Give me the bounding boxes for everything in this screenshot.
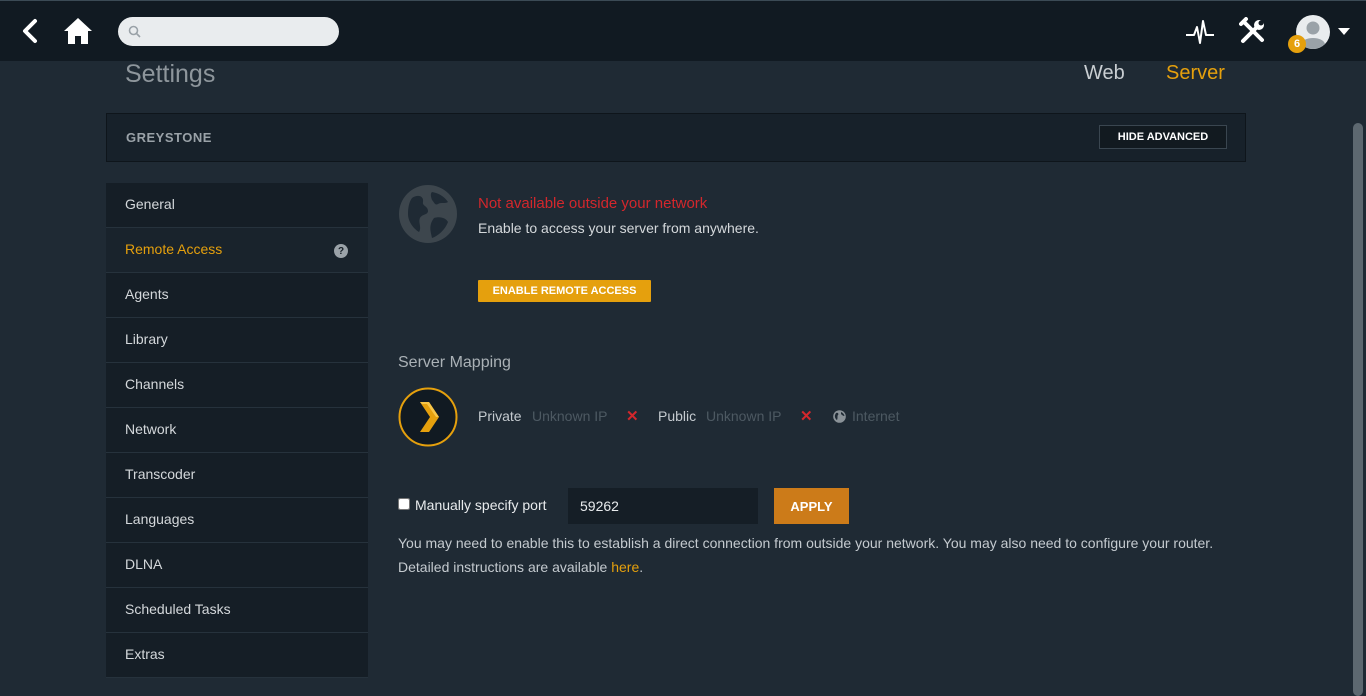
manual-port-checkbox[interactable] bbox=[398, 498, 410, 510]
help-icon[interactable]: ? bbox=[334, 244, 348, 258]
sidebar-item-network[interactable]: Network bbox=[106, 408, 368, 453]
sidebar-item-languages[interactable]: Languages bbox=[106, 498, 368, 543]
notification-badge: 6 bbox=[1288, 35, 1306, 53]
server-bar: GREYSTONE HIDE ADVANCED bbox=[106, 113, 1246, 162]
sidebar-item-label: Extras bbox=[125, 646, 165, 662]
sidebar-item-transcoder[interactable]: Transcoder bbox=[106, 453, 368, 498]
search-box[interactable] bbox=[118, 17, 339, 46]
port-input[interactable] bbox=[568, 488, 758, 524]
sidebar-item-label: Library bbox=[125, 331, 168, 347]
sidebar-item-label: Channels bbox=[125, 376, 185, 392]
caret-down-icon bbox=[1338, 28, 1350, 35]
home-icon[interactable] bbox=[62, 15, 94, 47]
help-text-body: You may need to enable this to establish… bbox=[398, 535, 1214, 575]
help-text-suffix: . bbox=[639, 559, 644, 575]
sidebar-item-remote-access[interactable]: Remote Access? bbox=[106, 228, 368, 273]
tools-icon[interactable] bbox=[1239, 17, 1267, 45]
sidebar-item-label: Remote Access bbox=[125, 241, 223, 257]
page-title: Settings bbox=[125, 60, 216, 88]
sidebar-item-channels[interactable]: Channels bbox=[106, 363, 368, 408]
sidebar-item-dlna[interactable]: DLNA bbox=[106, 543, 368, 588]
remote-status-subtitle: Enable to access your server from anywhe… bbox=[478, 220, 759, 236]
public-error-x-icon: ✕ bbox=[800, 408, 813, 425]
enable-remote-access-button[interactable]: ENABLE REMOTE ACCESS bbox=[478, 280, 651, 302]
scrollbar[interactable] bbox=[1350, 61, 1366, 696]
internet-globe-icon bbox=[833, 410, 846, 423]
remote-status-title: Not available outside your network bbox=[478, 195, 708, 212]
sidebar-item-label: Scheduled Tasks bbox=[125, 601, 231, 617]
sidebar-item-label: Network bbox=[125, 421, 177, 437]
manual-port-label: Manually specify port bbox=[415, 497, 547, 513]
internet-label: Internet bbox=[852, 408, 900, 424]
sidebar-item-extras[interactable]: Extras bbox=[106, 633, 368, 678]
sidebar-item-agents[interactable]: Agents bbox=[106, 273, 368, 318]
port-help-text: You may need to enable this to establish… bbox=[398, 531, 1238, 579]
globe-icon bbox=[399, 185, 457, 243]
sidebar-item-scheduled-tasks[interactable]: Scheduled Tasks bbox=[106, 588, 368, 633]
sidebar-item-label: Agents bbox=[125, 286, 169, 302]
scrollbar-thumb[interactable] bbox=[1353, 123, 1363, 696]
apply-button[interactable]: APPLY bbox=[774, 488, 849, 524]
private-error-x-icon: ✕ bbox=[626, 408, 639, 425]
tab-web[interactable]: Web bbox=[1084, 62, 1125, 85]
hide-advanced-button[interactable]: HIDE ADVANCED bbox=[1099, 125, 1227, 149]
port-row: Manually specify port APPLY bbox=[398, 488, 858, 524]
plex-logo-icon bbox=[398, 387, 458, 447]
search-icon bbox=[128, 25, 141, 38]
sidebar-item-library[interactable]: Library bbox=[106, 318, 368, 363]
instructions-link[interactable]: here bbox=[611, 559, 639, 575]
back-arrow-icon[interactable] bbox=[18, 17, 42, 45]
private-label: Private bbox=[478, 408, 522, 424]
server-mapping-title: Server Mapping bbox=[398, 354, 511, 371]
top-bar: 6 bbox=[0, 0, 1366, 61]
sidebar-item-label: DLNA bbox=[125, 556, 163, 572]
public-label: Public bbox=[658, 408, 697, 424]
sidebar-item-label: Transcoder bbox=[125, 466, 196, 482]
sidebar-item-label: Languages bbox=[125, 511, 195, 527]
activity-icon[interactable] bbox=[1185, 17, 1215, 47]
settings-sidebar: General Remote Access? Agents Library Ch… bbox=[106, 183, 368, 678]
sidebar-item-general[interactable]: General bbox=[106, 183, 368, 228]
tab-server[interactable]: Server bbox=[1166, 62, 1225, 85]
user-menu-button[interactable]: 6 bbox=[1288, 11, 1352, 53]
public-ip-value: Unknown IP bbox=[706, 408, 782, 424]
private-ip-value: Unknown IP bbox=[532, 408, 608, 424]
search-input[interactable] bbox=[146, 21, 330, 44]
server-name: GREYSTONE bbox=[126, 130, 212, 145]
sidebar-item-label: General bbox=[125, 196, 175, 212]
